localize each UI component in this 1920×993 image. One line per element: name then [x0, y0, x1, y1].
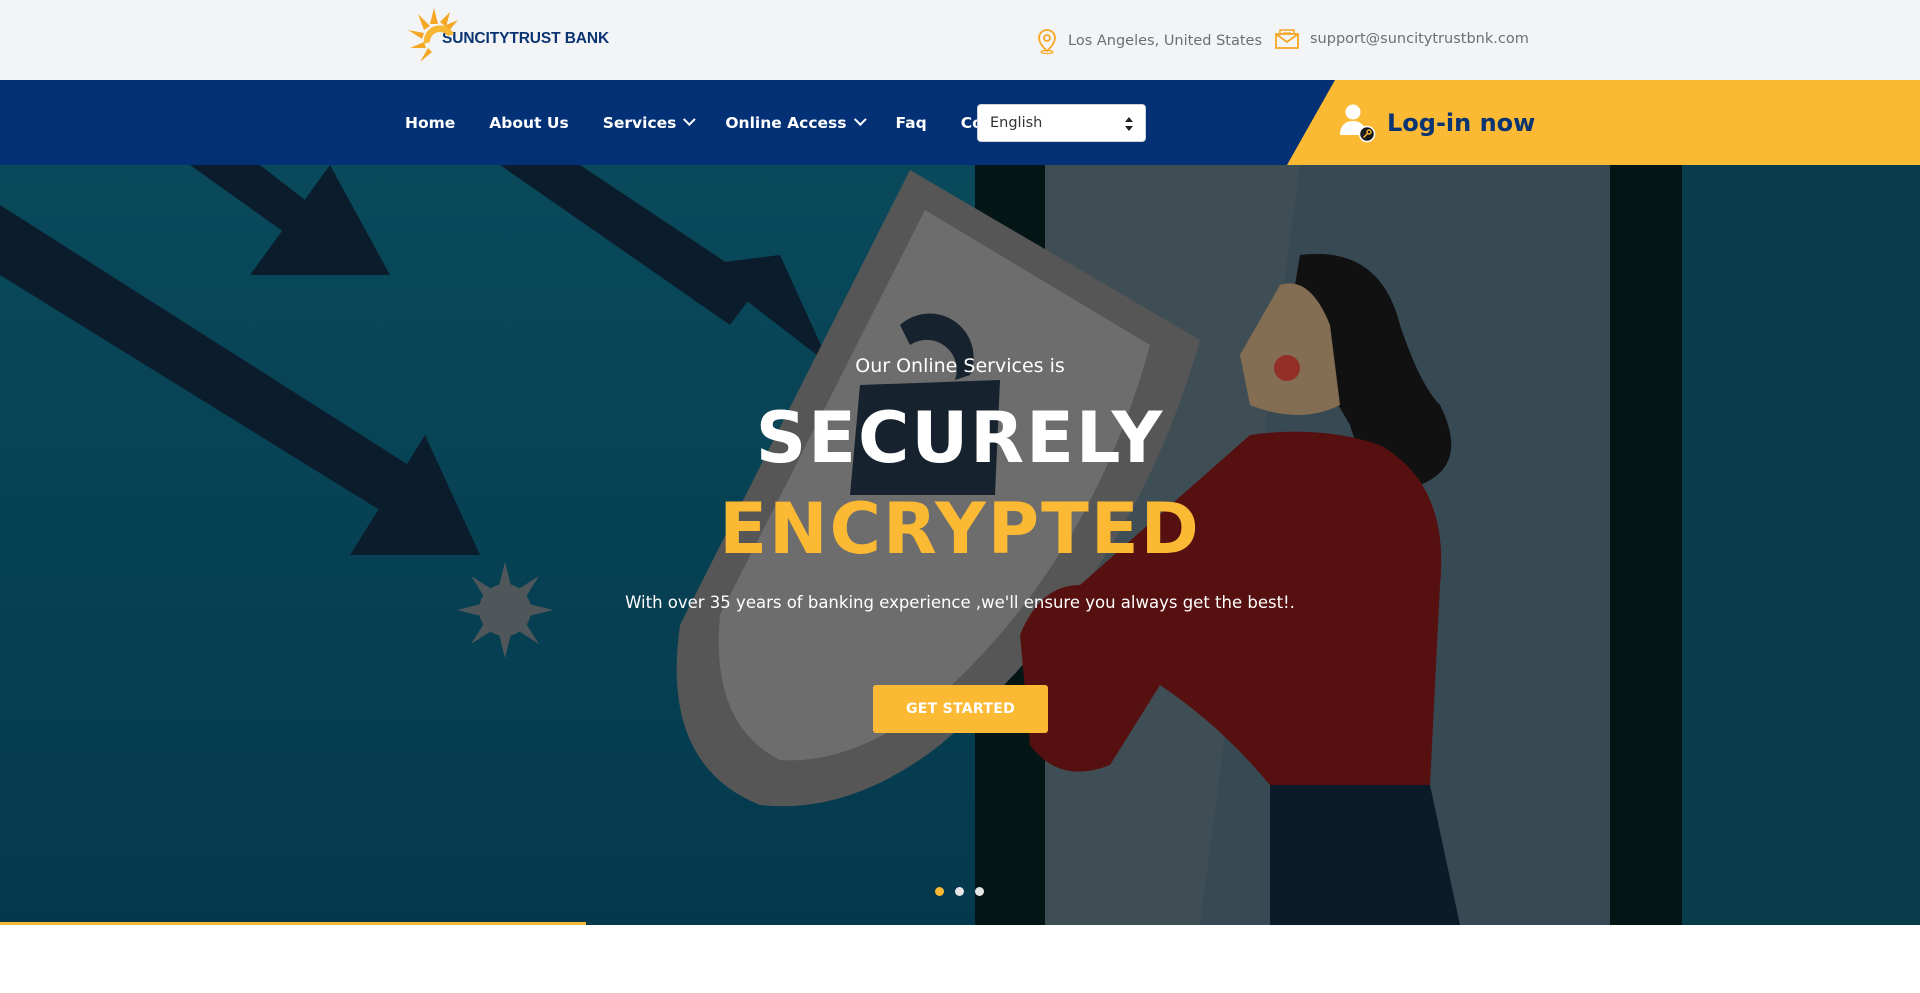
hero-subtitle: Our Online Services is	[855, 355, 1065, 377]
select-arrows-icon	[1125, 117, 1133, 131]
hero-slider: Our Online Services is SECURELY ENCRYPTE…	[0, 165, 1920, 925]
top-info-bar: SUNCITYTRUST BANK Los Angeles, United St…	[0, 0, 1920, 80]
nav-item-online-access[interactable]: Online Access	[725, 113, 867, 132]
location-info: Los Angeles, United States	[1036, 28, 1262, 54]
sun-logo-icon	[404, 4, 468, 68]
location-text: Los Angeles, United States	[1068, 33, 1263, 49]
brand-logo[interactable]: SUNCITYTRUST BANK	[404, 4, 609, 68]
language-select[interactable]: English	[977, 104, 1146, 142]
slider-dot-1[interactable]	[935, 887, 944, 896]
nav-menu: Home About Us Services Online Access Faq…	[405, 80, 1062, 165]
hero-content: Our Online Services is SECURELY ENCRYPTE…	[0, 165, 1920, 925]
chevron-down-icon	[683, 113, 697, 127]
nav-item-faq[interactable]: Faq	[896, 114, 927, 132]
hero-title-line1: SECURELY	[755, 397, 1165, 479]
nav-item-label: Faq	[895, 113, 927, 132]
nav-item-services[interactable]: Services	[602, 113, 697, 132]
slider-progress-bar	[0, 922, 586, 925]
email-text[interactable]: support@suncitytrustbnk.com	[1310, 31, 1529, 47]
login-label: Log-in now	[1387, 109, 1536, 137]
slider-dot-3[interactable]	[975, 887, 984, 896]
language-selected-value: English	[990, 115, 1043, 131]
nav-item-label: Services	[602, 113, 677, 132]
slider-pagination	[935, 887, 995, 896]
nav-item-label: Online Access	[725, 113, 847, 132]
nav-item-home[interactable]: Home	[405, 114, 455, 132]
user-key-icon	[1340, 104, 1376, 143]
email-info[interactable]: support@suncitytrustbnk.com	[1274, 28, 1529, 50]
envelope-icon	[1275, 29, 1299, 49]
nav-item-label: About Us	[489, 113, 569, 132]
nav-item-label: Home	[405, 113, 456, 132]
login-button[interactable]: Log-in now	[1335, 101, 1535, 145]
hero-title-line2: ENCRYPTED	[719, 488, 1201, 570]
slider-dot-2[interactable]	[955, 887, 964, 896]
main-navbar: Home About Us Services Online Access Faq…	[0, 80, 1920, 165]
nav-item-about-us[interactable]: About Us	[489, 114, 568, 132]
chevron-down-icon	[853, 113, 867, 127]
get-started-button[interactable]: GET STARTED	[873, 685, 1048, 733]
hero-description: With over 35 years of banking experience…	[625, 593, 1295, 612]
map-pin-icon	[1038, 29, 1056, 54]
